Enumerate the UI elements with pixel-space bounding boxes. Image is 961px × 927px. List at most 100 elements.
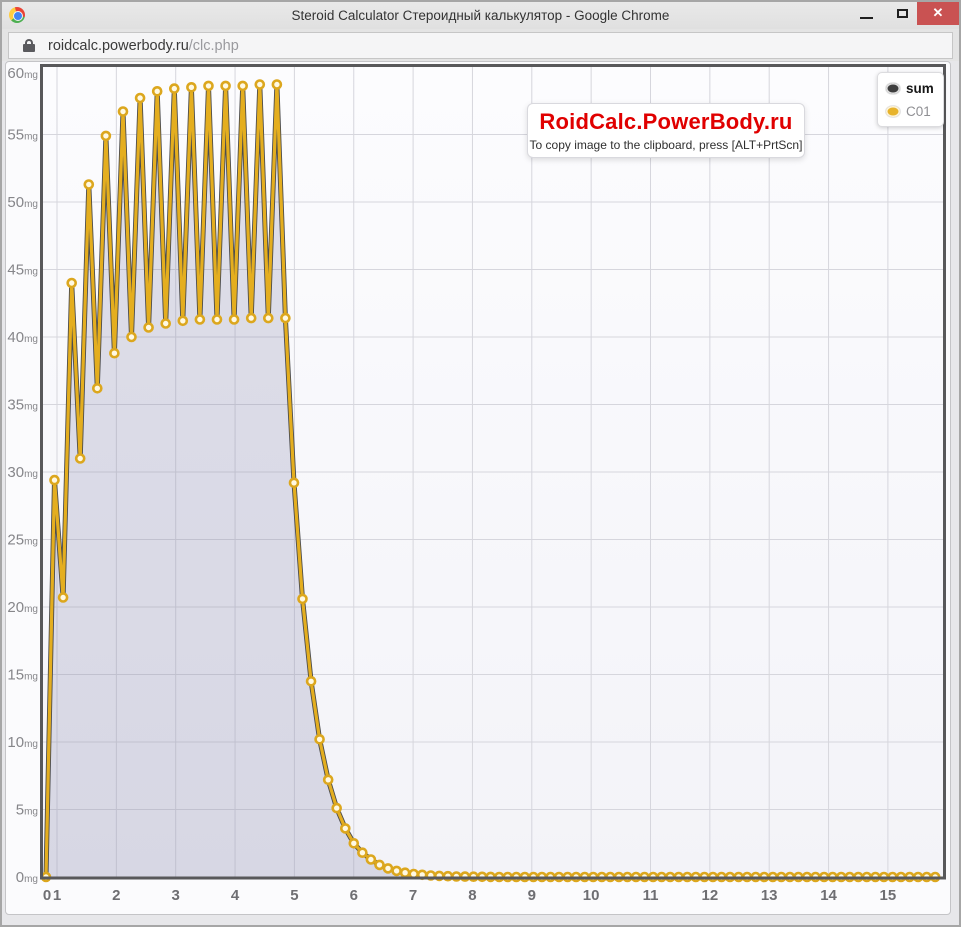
data-point-marker — [333, 804, 341, 812]
title-bar[interactable]: Steroid Calculator Стероидный калькулято… — [2, 2, 959, 29]
svg-text:13: 13 — [761, 887, 778, 904]
data-point-marker — [110, 349, 118, 357]
chart-widget[interactable]: 0mg5mg10mg15mg20mg25mg30mg35mg40mg45mg50… — [5, 61, 951, 915]
url-text[interactable]: roidcalc.powerbody.ru/clc.php — [48, 38, 239, 54]
data-point-marker — [307, 677, 315, 685]
svg-text:25mg: 25mg — [7, 532, 38, 549]
svg-text:30mg: 30mg — [7, 464, 38, 481]
svg-text:8: 8 — [468, 887, 476, 904]
data-point-marker — [93, 384, 101, 392]
data-point-marker — [401, 869, 409, 877]
url-path: /clc.php — [189, 38, 239, 54]
svg-text:15: 15 — [880, 887, 897, 904]
data-point-marker — [76, 455, 84, 463]
data-point-marker — [393, 867, 401, 875]
url-host: roidcalc.powerbody.ru — [48, 38, 189, 54]
data-point-marker — [179, 317, 187, 325]
data-point-marker — [367, 856, 375, 864]
svg-text:14: 14 — [820, 887, 837, 904]
svg-text:6: 6 — [350, 887, 358, 904]
svg-text:35mg: 35mg — [7, 397, 38, 414]
svg-text:3: 3 — [172, 887, 180, 904]
data-point-marker — [119, 108, 127, 116]
data-point-marker — [162, 320, 170, 328]
close-icon: ✕ — [933, 5, 944, 21]
lock-icon[interactable] — [23, 39, 35, 52]
y-axis-labels: 0mg 5mg 10mg 15mg 20mg 25mg 30mg 35mg 40mg 45mg 50… — [7, 65, 38, 886]
data-point-marker — [128, 333, 136, 341]
address-bar[interactable]: roidcalc.powerbody.ru/clc.php — [8, 32, 953, 59]
svg-text:0: 0 — [43, 887, 51, 904]
data-point-marker — [376, 861, 384, 869]
data-point-marker — [256, 81, 264, 89]
data-point-marker — [145, 324, 153, 332]
data-point-marker — [102, 132, 110, 140]
legend-label: sum — [906, 81, 934, 96]
data-point-marker — [299, 595, 307, 603]
data-point-marker — [239, 82, 247, 90]
sum-series-marker-icon — [886, 83, 900, 94]
svg-text:12: 12 — [702, 887, 719, 904]
svg-text:4: 4 — [231, 887, 240, 904]
data-point-marker — [170, 85, 178, 93]
chart-legend: sum C01 — [877, 72, 944, 127]
svg-text:10: 10 — [583, 887, 600, 904]
legend-label: C01 — [906, 104, 931, 119]
svg-text:7: 7 — [409, 887, 417, 904]
data-point-marker — [187, 83, 195, 91]
data-point-marker — [264, 314, 272, 322]
svg-text:50mg: 50mg — [7, 194, 38, 211]
data-point-marker — [153, 87, 161, 95]
svg-text:11: 11 — [643, 887, 659, 904]
svg-text:5mg: 5mg — [16, 802, 38, 819]
data-point-marker — [358, 849, 366, 857]
svg-text:1: 1 — [53, 887, 61, 904]
branding-overlay: RoidCalc.PowerBody.ru To copy image to t… — [527, 103, 805, 158]
svg-text:20mg: 20mg — [7, 599, 38, 616]
address-bar-row: roidcalc.powerbody.ru/clc.php — [2, 29, 959, 61]
data-point-marker — [324, 776, 332, 784]
data-point-marker — [85, 181, 93, 189]
svg-text:2: 2 — [112, 887, 120, 904]
x-axis-labels: 0123456789101112131415 — [43, 887, 896, 904]
svg-text:0mg: 0mg — [16, 869, 38, 886]
browser-window: Steroid Calculator Стероидный калькулято… — [0, 0, 961, 927]
branding-title: RoidCalc.PowerBody.ru — [528, 109, 804, 135]
svg-text:60mg: 60mg — [7, 65, 38, 82]
data-point-marker — [316, 735, 324, 743]
svg-text:9: 9 — [528, 887, 536, 904]
svg-text:5: 5 — [290, 887, 298, 904]
concentration-chart[interactable]: 0mg5mg10mg15mg20mg25mg30mg35mg40mg45mg50… — [6, 62, 950, 914]
svg-text:10mg: 10mg — [7, 734, 38, 751]
minimize-button[interactable] — [845, 2, 887, 25]
c01-series-marker-icon — [886, 106, 900, 117]
data-point-marker — [213, 316, 221, 324]
minimize-icon — [860, 17, 873, 19]
data-point-marker — [290, 479, 298, 487]
window-title: Steroid Calculator Стероидный калькулято… — [2, 8, 959, 23]
data-point-marker — [341, 824, 349, 832]
data-point-marker — [350, 839, 358, 847]
svg-text:45mg: 45mg — [7, 262, 38, 279]
data-point-marker — [230, 316, 238, 324]
data-point-marker — [281, 314, 289, 322]
data-point-marker — [68, 279, 76, 287]
data-point-marker — [136, 94, 144, 102]
svg-text:55mg: 55mg — [7, 127, 38, 144]
data-point-marker — [205, 82, 213, 90]
branding-hint: To copy image to the clipboard, press [A… — [528, 138, 804, 152]
data-point-marker — [59, 594, 67, 602]
data-point-marker — [222, 82, 230, 90]
legend-item-c01[interactable]: C01 — [886, 104, 934, 119]
data-point-marker — [384, 864, 392, 872]
maximize-button[interactable] — [887, 2, 917, 25]
data-point-marker — [51, 476, 59, 484]
maximize-icon — [897, 9, 908, 18]
svg-text:15mg: 15mg — [7, 667, 38, 684]
data-point-marker — [273, 81, 281, 89]
data-point-marker — [196, 316, 204, 324]
legend-item-sum[interactable]: sum — [886, 81, 934, 96]
page-content: 0mg5mg10mg15mg20mg25mg30mg35mg40mg45mg50… — [2, 61, 959, 925]
svg-text:40mg: 40mg — [7, 329, 38, 346]
close-button[interactable]: ✕ — [917, 2, 959, 25]
